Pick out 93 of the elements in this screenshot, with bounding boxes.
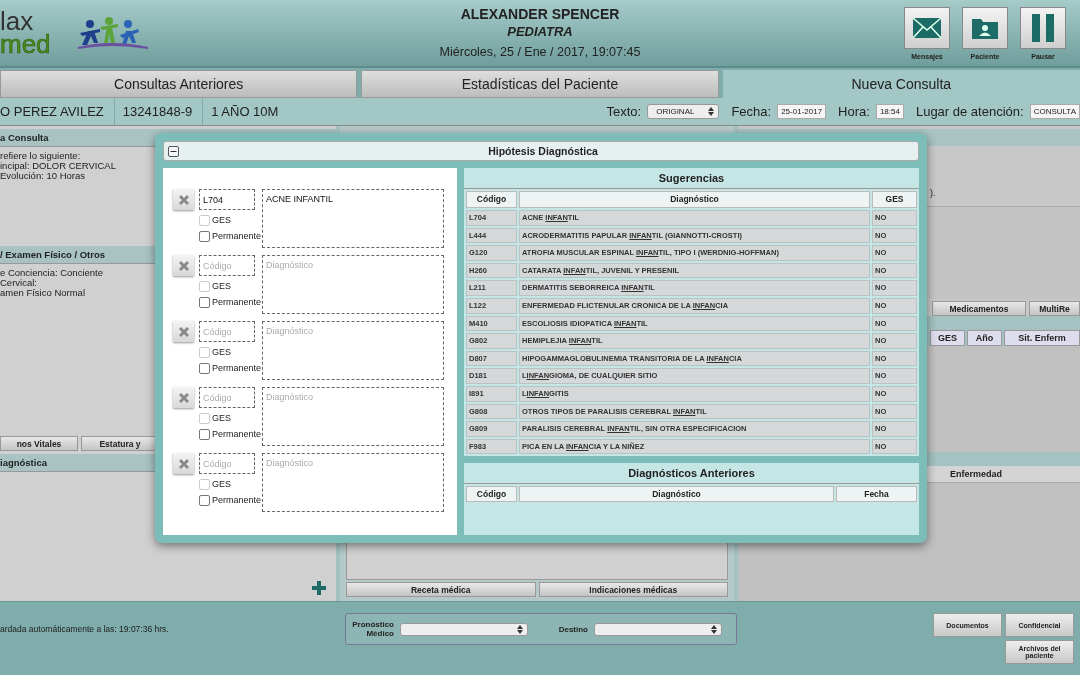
pause-button[interactable] [1020, 6, 1066, 49]
select-arrows-icon [711, 624, 717, 634]
panel-button[interactable]: Medicamentos [932, 301, 1026, 316]
checkbox-label: Permanente [212, 231, 262, 241]
field-label: Texto: [606, 104, 642, 119]
diagnosis-field[interactable]: Diagnóstico [262, 387, 444, 446]
app-logo: lax med [0, 9, 52, 57]
remove-button[interactable] [173, 453, 194, 474]
close-icon [177, 193, 190, 206]
code-field[interactable]: Código [199, 321, 255, 342]
field-label: Lugar de atención: [915, 104, 1024, 119]
time-field[interactable]: 18:54 [875, 104, 904, 119]
checkbox-label: Permanente [212, 429, 262, 439]
close-icon [177, 259, 190, 272]
panel-button[interactable]: MultiRe [1029, 301, 1080, 316]
checkbox-label: Permanente [212, 495, 262, 505]
people-logo-icon [76, 15, 150, 51]
checkbox-label: GES [212, 347, 231, 357]
panel-title: Sugerencias [464, 168, 919, 189]
diagnosis-field[interactable]: Diagnóstico [262, 453, 444, 512]
select-arrows-icon [708, 107, 715, 116]
note-text: ). [930, 188, 936, 198]
add-icon[interactable] [312, 581, 326, 595]
autosave-text: ardada automáticamente a las: 19:07:36 hrs. [0, 624, 169, 634]
checkbox-label: Permanente [212, 363, 262, 373]
column-header: GES [930, 330, 965, 346]
checkbox-label: Permanente [212, 297, 262, 307]
section-text: e Conciencia: Conciente [0, 268, 103, 278]
patient-age: 1 AÑO 10M [211, 103, 280, 121]
tab[interactable]: Estadísticas del Paciente [361, 70, 719, 98]
section-text: amen Físico Normal [0, 288, 85, 298]
date-field[interactable]: 25-01-2017 [777, 104, 827, 119]
section-text: incipal: DOLOR CERVICAL [0, 161, 116, 171]
section-text: refiere lo siguiente: [0, 151, 81, 161]
section-text: Evolución: 10 Horas [0, 171, 86, 181]
panel-button[interactable]: Receta médica [346, 582, 536, 597]
checkbox-label: GES [212, 479, 231, 489]
checkbox[interactable] [199, 362, 210, 374]
column-header: Diagnóstico [519, 486, 834, 503]
remove-button[interactable] [173, 387, 194, 408]
column-header: Código [466, 191, 517, 208]
section-text: Cervical: [0, 278, 37, 288]
patient-id: 13241848-9 [122, 98, 204, 125]
messages-button[interactable] [904, 6, 950, 49]
panel-button[interactable]: Indicaciones médicas [538, 582, 728, 597]
destination-select[interactable] [594, 622, 722, 636]
panel-button[interactable]: nos Vitales [0, 436, 78, 451]
column-header: Diagnóstico [519, 191, 870, 208]
diagnosis-field[interactable]: Diagnóstico [262, 255, 444, 314]
doctor-name: ALEXANDER SPENCER [460, 6, 620, 22]
panel-title: Diagnósticos Anteriores [464, 463, 919, 485]
patient-button[interactable] [962, 6, 1008, 49]
place-field[interactable]: CONSULTA [1029, 104, 1080, 119]
tab[interactable]: Nueva Consulta [722, 70, 1080, 98]
patient-name: O PEREZ AVILEZ [0, 98, 115, 125]
checkbox-label: GES [212, 413, 231, 423]
checkbox[interactable] [199, 230, 210, 242]
dialog-title: Hipótesis Diagnóstica [487, 145, 599, 157]
specialty: PEDIATRA [507, 24, 573, 39]
column-header: GES [872, 191, 917, 208]
code-field[interactable]: Código [199, 453, 255, 474]
select-arrows-icon [517, 624, 523, 634]
field-label: Fecha: [731, 104, 772, 119]
remove-button[interactable] [173, 189, 194, 210]
diagnosis-field[interactable]: Diagnóstico [262, 321, 444, 380]
close-icon [177, 391, 190, 404]
checkbox-label: GES [212, 281, 231, 291]
field-label: Hora: [838, 104, 870, 119]
checkbox[interactable] [199, 494, 210, 506]
column-header: Sit. Enferm [1004, 330, 1080, 346]
text-select[interactable]: ORIGINAL [647, 104, 720, 119]
close-icon [177, 325, 190, 338]
date-time: Miércoles, 25 / Ene / 2017, 19:07:45 [439, 45, 641, 59]
code-field[interactable]: L704 [199, 189, 255, 210]
remove-button[interactable] [173, 255, 194, 276]
checkbox-label: GES [212, 215, 231, 225]
remove-button[interactable] [173, 321, 194, 342]
diagnosis-field[interactable]: ACNE INFANTIL [262, 189, 444, 248]
prognosis-select[interactable] [400, 622, 528, 636]
checkbox[interactable] [199, 428, 210, 440]
pause-icon [1031, 13, 1055, 42]
column-header: Código [466, 486, 517, 503]
close-icon [177, 457, 190, 470]
code-field[interactable]: Código [199, 387, 255, 408]
field-label: Pronóstico Médico [351, 620, 394, 638]
minimize-icon[interactable] [168, 145, 179, 157]
code-field[interactable]: Código [199, 255, 255, 276]
column-header: Año [967, 330, 1002, 346]
tab[interactable]: Consultas Anteriores [0, 70, 358, 98]
envelope-icon [912, 16, 942, 39]
column-header: Fecha [836, 486, 917, 503]
checkbox[interactable] [199, 296, 210, 308]
field-label: Destino [557, 624, 588, 634]
